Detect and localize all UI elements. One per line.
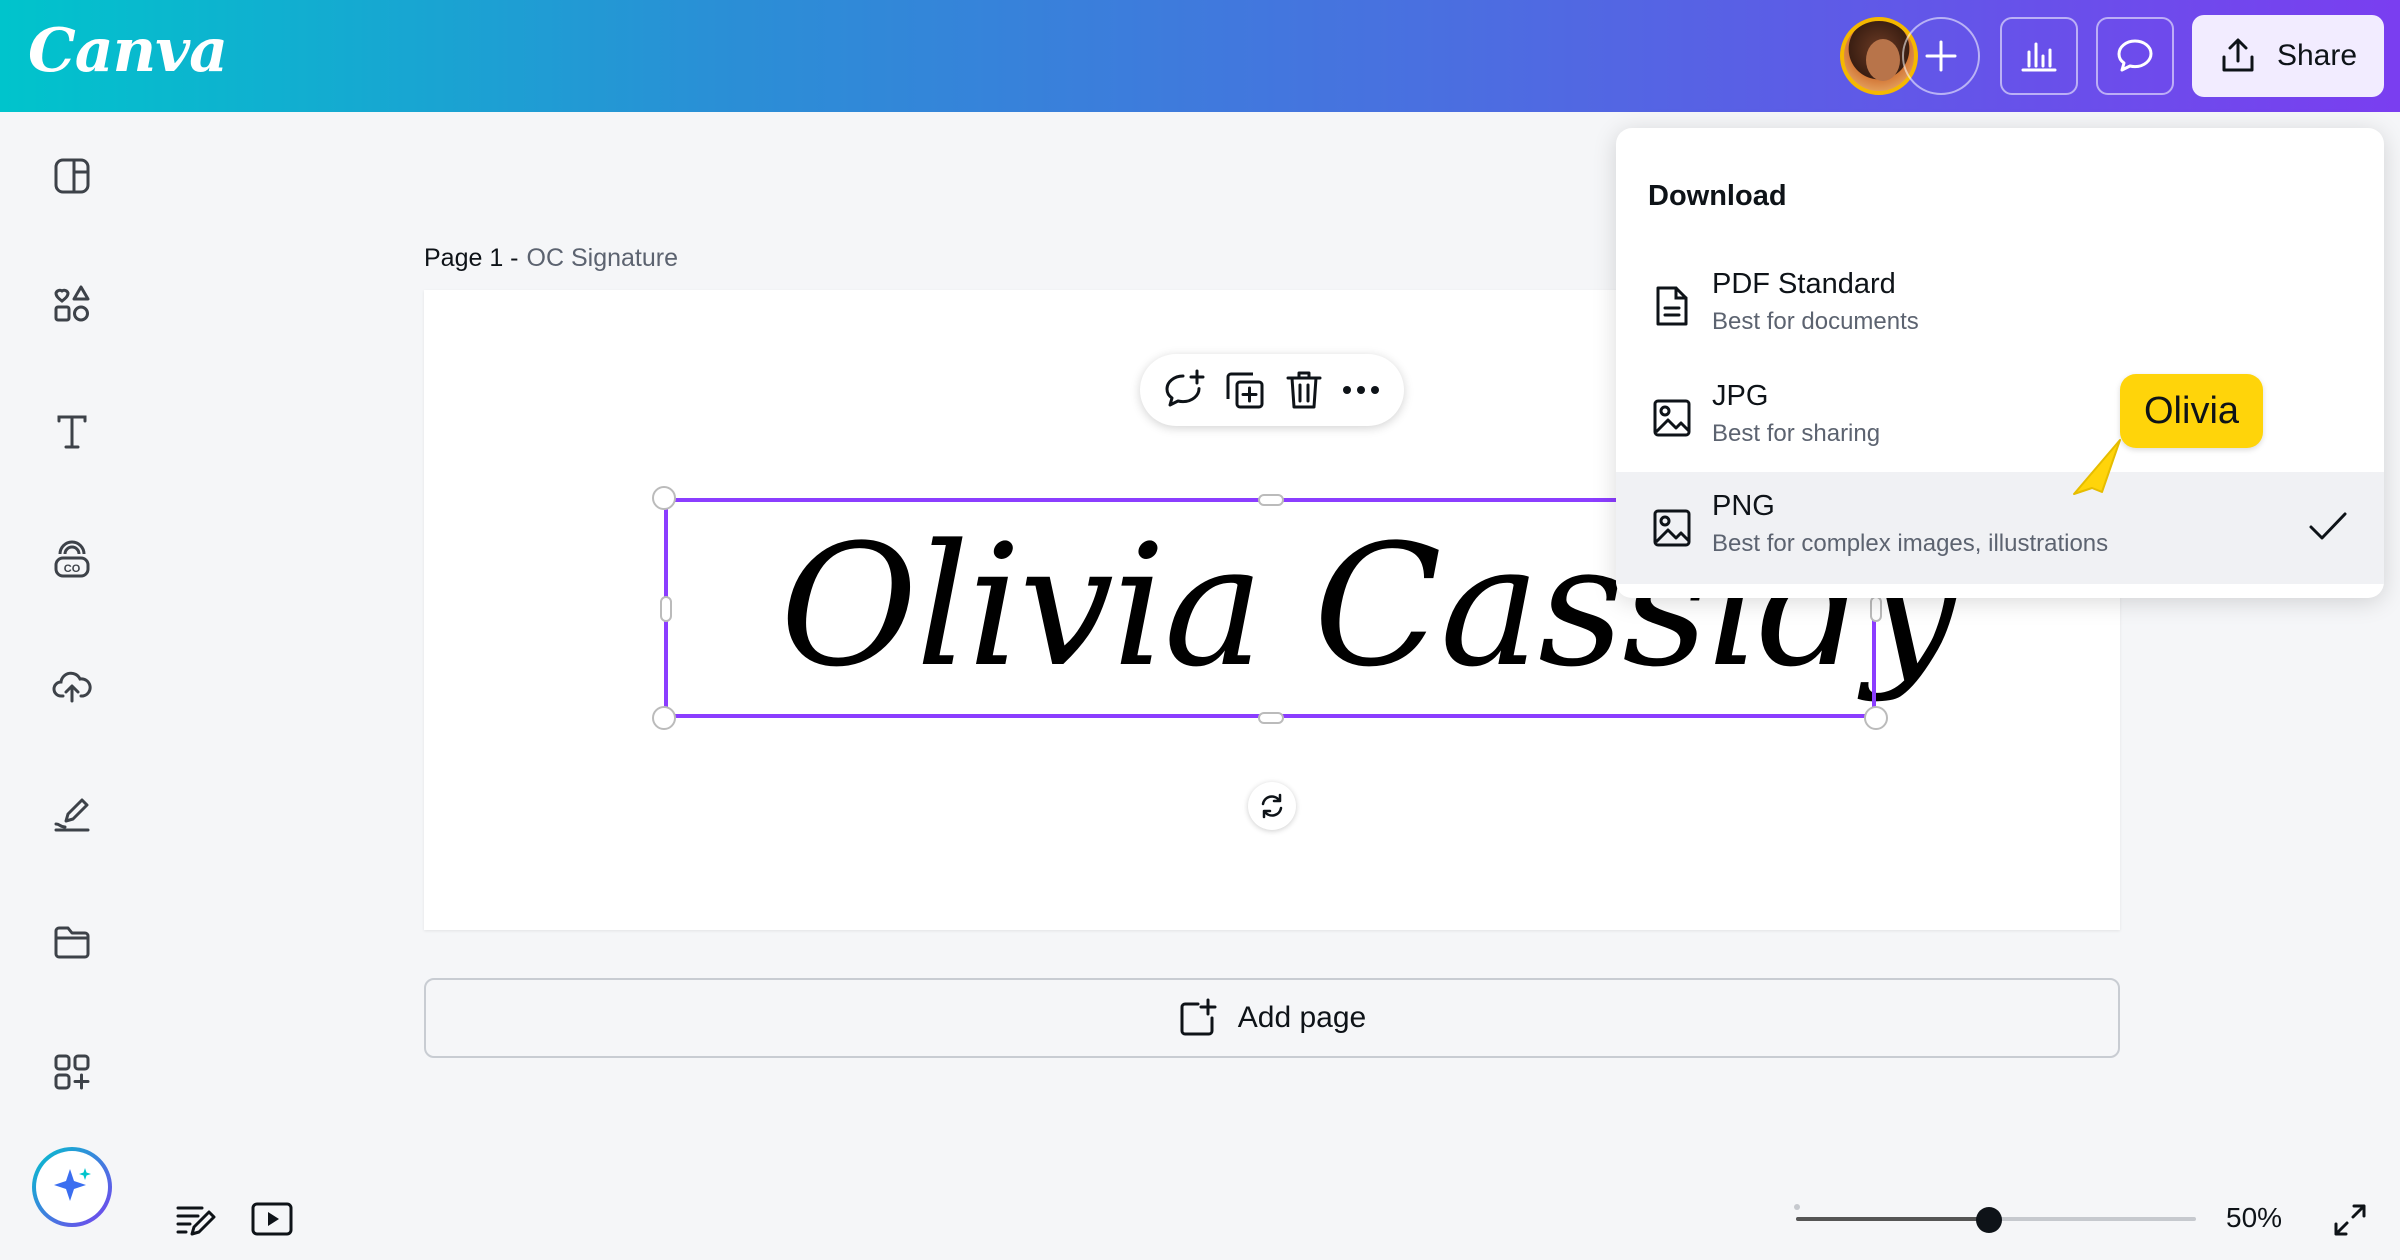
rotate-handle[interactable] (1248, 782, 1296, 830)
zoom-slider-min-dot (1794, 1204, 1800, 1210)
notes-icon[interactable] (174, 1200, 216, 1240)
magic-assistant-button[interactable] (32, 1147, 112, 1227)
svg-text:CO: CO (64, 563, 81, 575)
apps-icon[interactable] (52, 1052, 92, 1092)
download-title: Download (1648, 180, 1787, 212)
image-icon (1653, 509, 1691, 547)
upload-icon (2222, 38, 2254, 72)
canva-logo[interactable]: Canva (28, 16, 228, 86)
resize-handle-bottom-left[interactable] (652, 706, 676, 730)
draw-icon[interactable] (52, 794, 92, 834)
page-number: Page 1 - (424, 244, 519, 272)
option-description: Best for documents (1712, 308, 1919, 335)
present-icon[interactable] (250, 1200, 294, 1238)
comment-icon (2117, 39, 2153, 72)
page-name[interactable]: OC Signature (527, 244, 678, 272)
more-options-icon[interactable] (1341, 384, 1381, 396)
collaborator-cursor-label: Olivia (2120, 374, 2264, 448)
design-icon[interactable] (52, 156, 92, 196)
bar-chart-icon (2021, 42, 2057, 72)
document-icon (1656, 286, 1688, 326)
zoom-slider-fill (1796, 1217, 1996, 1221)
rotate-icon (1261, 793, 1283, 819)
sparkle-icon (54, 1168, 91, 1201)
checkmark-icon (2309, 512, 2347, 540)
trash-icon[interactable] (1284, 369, 1324, 411)
fullscreen-icon[interactable] (2332, 1202, 2368, 1238)
add-page-button[interactable]: Add page (424, 978, 2120, 1058)
add-comment-icon[interactable] (1163, 368, 1207, 412)
download-option-pdf[interactable]: PDF Standard Best for documents (1616, 250, 2384, 362)
comments-button[interactable] (2096, 17, 2174, 95)
image-icon (1653, 399, 1691, 437)
brand-icon[interactable]: CO (52, 540, 92, 580)
option-label: PDF Standard (1712, 268, 1896, 300)
elements-icon[interactable] (52, 284, 92, 324)
share-button[interactable]: Share (2192, 15, 2384, 97)
option-label: PNG (1712, 490, 1775, 522)
download-option-jpg[interactable]: JPG Best for sharing (1616, 362, 2384, 474)
uploads-icon[interactable] (52, 666, 92, 706)
option-description: Best for sharing (1712, 420, 1881, 447)
plus-icon (1925, 40, 1957, 72)
page-title: Page 1 - OC Signature (424, 244, 678, 273)
zoom-slider-knob[interactable] (1976, 1207, 2002, 1233)
option-label: JPG (1712, 380, 1769, 412)
top-bar: Canva Share (0, 0, 2400, 112)
add-page-label: Add page (1237, 1001, 1367, 1034)
resize-handle-bottom-right[interactable] (1864, 706, 1888, 730)
download-panel: Download PDF Standard Best for documents… (1616, 128, 2384, 598)
download-option-png[interactable]: PNG Best for complex images, illustratio… (1616, 472, 2384, 584)
duplicate-icon[interactable] (1224, 369, 1266, 411)
resize-handle-bottom[interactable] (1258, 712, 1284, 724)
resize-handle-top-left[interactable] (652, 486, 676, 510)
resize-handle-right[interactable] (1870, 596, 1882, 622)
share-label: Share (2276, 39, 2358, 72)
insights-button[interactable] (2000, 17, 2078, 95)
text-icon[interactable] (52, 412, 92, 452)
invite-button[interactable] (1902, 17, 1980, 95)
option-description: Best for complex images, illustrations (1712, 530, 2109, 557)
resize-handle-top[interactable] (1258, 494, 1284, 506)
element-toolbar (1140, 354, 1404, 426)
zoom-level[interactable]: 50% (2226, 1202, 2282, 1234)
projects-icon[interactable] (52, 922, 92, 962)
collaborator-cursor-icon (2073, 439, 2121, 495)
add-page-icon (1180, 998, 1217, 1036)
resize-handle-left[interactable] (660, 596, 672, 622)
